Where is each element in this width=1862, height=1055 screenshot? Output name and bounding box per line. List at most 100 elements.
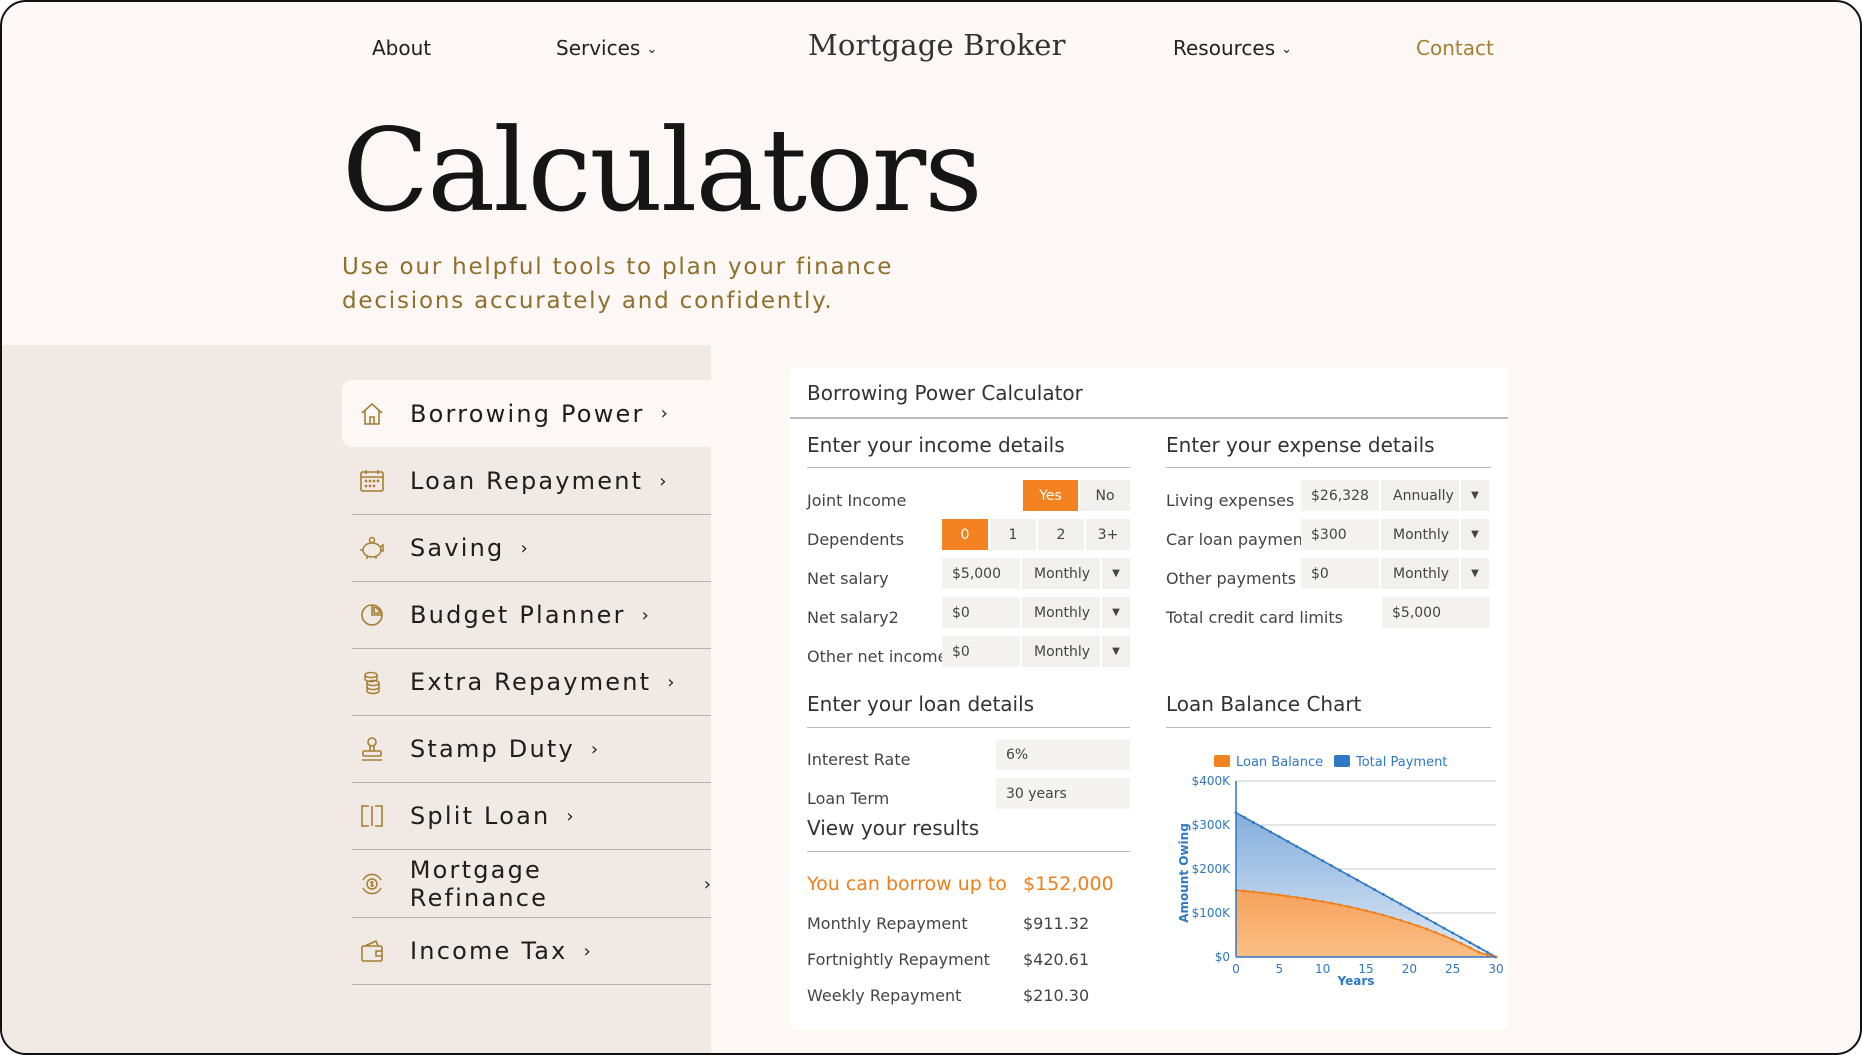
data-point [1373,888,1377,892]
chart-section-title: Loan Balance Chart [1166,692,1362,716]
y-tick-label: $300K [1192,818,1232,832]
data-point [1433,921,1437,925]
net-salary-input[interactable]: $5,000 [942,558,1020,589]
living-expenses-input[interactable]: $26,328 [1301,480,1379,511]
joint-income-yes-button[interactable]: Yes [1023,480,1078,511]
data-point [1477,945,1481,949]
other-net-income-input[interactable]: $0 [942,636,1020,667]
nav-services-menu[interactable]: Services ⌄ [556,36,657,60]
legend-label-total-payment: Total Payment [1355,755,1447,770]
house-icon [358,400,386,428]
data-point [1338,903,1342,907]
joint-income-no-button[interactable]: No [1080,480,1130,511]
data-point [1277,893,1281,897]
pie-chart-icon [358,601,386,629]
fortnightly-repayment-label: Fortnightly Repayment [807,950,990,969]
dependents-1-button[interactable]: 1 [990,519,1036,550]
nav-about-label: About [372,36,432,60]
dependents-2-button[interactable]: 2 [1038,519,1084,550]
car-loan-input[interactable]: $300 [1301,519,1379,550]
interest-rate-input[interactable]: 6% [996,739,1130,770]
car-loan-frequency-select[interactable]: Monthly [1381,519,1459,550]
caret-down-icon[interactable]: ▼ [1461,480,1489,511]
data-point [1485,950,1489,954]
data-point [1312,854,1316,858]
y-tick-label: $200K [1192,862,1232,876]
net-salary-frequency-select[interactable]: Monthly [1022,558,1100,589]
other-net-income-frequency-select[interactable]: Monthly [1022,636,1100,667]
data-point [1425,927,1429,931]
sidebar-item-loan-repayment[interactable]: Loan Repayment › [352,448,711,515]
data-point [1243,889,1247,893]
data-point [1355,907,1359,911]
loan-balance-chart-svg: $0$100K$200K$300K$400K0 5 10 15 20 25 30YearsA… [1177,755,1504,988]
other-payments-frequency-select[interactable]: Monthly [1381,558,1459,589]
divider [807,467,1130,468]
caret-down-icon[interactable]: ▼ [1102,636,1130,667]
caret-down-icon[interactable]: ▼ [1461,519,1489,550]
data-point [1442,934,1446,938]
nav-about-link[interactable]: About [372,36,431,60]
y-axis-title: Amount Owing [1177,823,1191,923]
data-point [1468,946,1472,950]
dependents-3plus-button[interactable]: 3+ [1086,519,1130,550]
nav-services-label: Services [556,36,641,60]
results-section-title: View your results [807,816,980,840]
credit-card-limits-input[interactable]: $5,000 [1382,597,1490,628]
data-point [1277,835,1281,839]
data-point [1312,898,1316,902]
chevron-right-icon: › [659,470,667,492]
sidebar-item-budget-planner[interactable]: Budget Planner › [352,582,711,649]
other-net-income-label: Other net income [807,647,948,666]
data-point [1338,869,1342,872]
loan-term-input[interactable]: 30 years [996,778,1130,809]
data-point [1269,830,1273,834]
living-expenses-frequency-select[interactable]: Annually [1381,480,1459,511]
sidebar-item-stamp-duty[interactable]: Stamp Duty › [352,716,711,783]
sidebar-item-borrowing-power[interactable]: Borrowing Power › [342,380,711,447]
sidebar-item-mortgage-refinance[interactable]: Mortgage Refinance › [352,851,711,918]
page-title: Calculators [342,104,983,237]
brand-logo[interactable]: Mortgage Broker [808,28,1066,62]
divider [790,417,1508,419]
nav-resources-menu[interactable]: Resources ⌄ [1173,36,1292,60]
calendar-icon [358,467,386,495]
data-point [1286,894,1290,898]
data-point [1399,918,1403,922]
data-point [1407,921,1411,925]
car-loan-label: Car loan payment [1166,530,1310,549]
sidebar-item-income-tax[interactable]: Income Tax › [352,918,711,985]
net-salary2-label: Net salary2 [807,608,899,627]
data-point [1355,878,1359,882]
caret-down-icon[interactable]: ▼ [1102,597,1130,628]
divider [1166,727,1491,728]
sidebar-item-extra-repayment[interactable]: Extra Repayment › [352,649,711,716]
caret-down-icon[interactable]: ▼ [1461,558,1489,589]
data-point [1269,892,1273,896]
joint-income-label: Joint Income [807,491,907,510]
net-salary2-input[interactable]: $0 [942,597,1020,628]
monthly-repayment-value: $911.32 [1023,914,1090,933]
nav-contact-link[interactable]: Contact [1416,36,1494,60]
data-point [1251,890,1255,894]
dependents-0-button[interactable]: 0 [942,519,988,550]
loan-section-title: Enter your loan details [807,692,1035,716]
data-point [1364,883,1368,887]
other-payments-input[interactable]: $0 [1301,558,1379,589]
data-point [1477,950,1481,954]
nav-resources-label: Resources [1173,36,1276,60]
chevron-right-icon: › [520,537,528,559]
sidebar-item-saving[interactable]: Saving › [352,515,711,582]
chevron-right-icon: › [641,604,649,626]
nav-contact-label: Contact [1416,36,1494,60]
data-point [1451,938,1455,941]
net-salary2-frequency-select[interactable]: Monthly [1022,597,1100,628]
chevron-right-icon: › [583,940,591,962]
fortnightly-repayment-value: $420.61 [1023,950,1090,969]
legend-swatch-total-payment [1334,755,1350,767]
refinance-icon [358,870,386,898]
caret-down-icon[interactable]: ▼ [1102,558,1130,589]
sidebar-item-split-loan[interactable]: Split Loan › [352,783,711,850]
data-point [1329,864,1333,867]
data-point [1442,926,1446,930]
